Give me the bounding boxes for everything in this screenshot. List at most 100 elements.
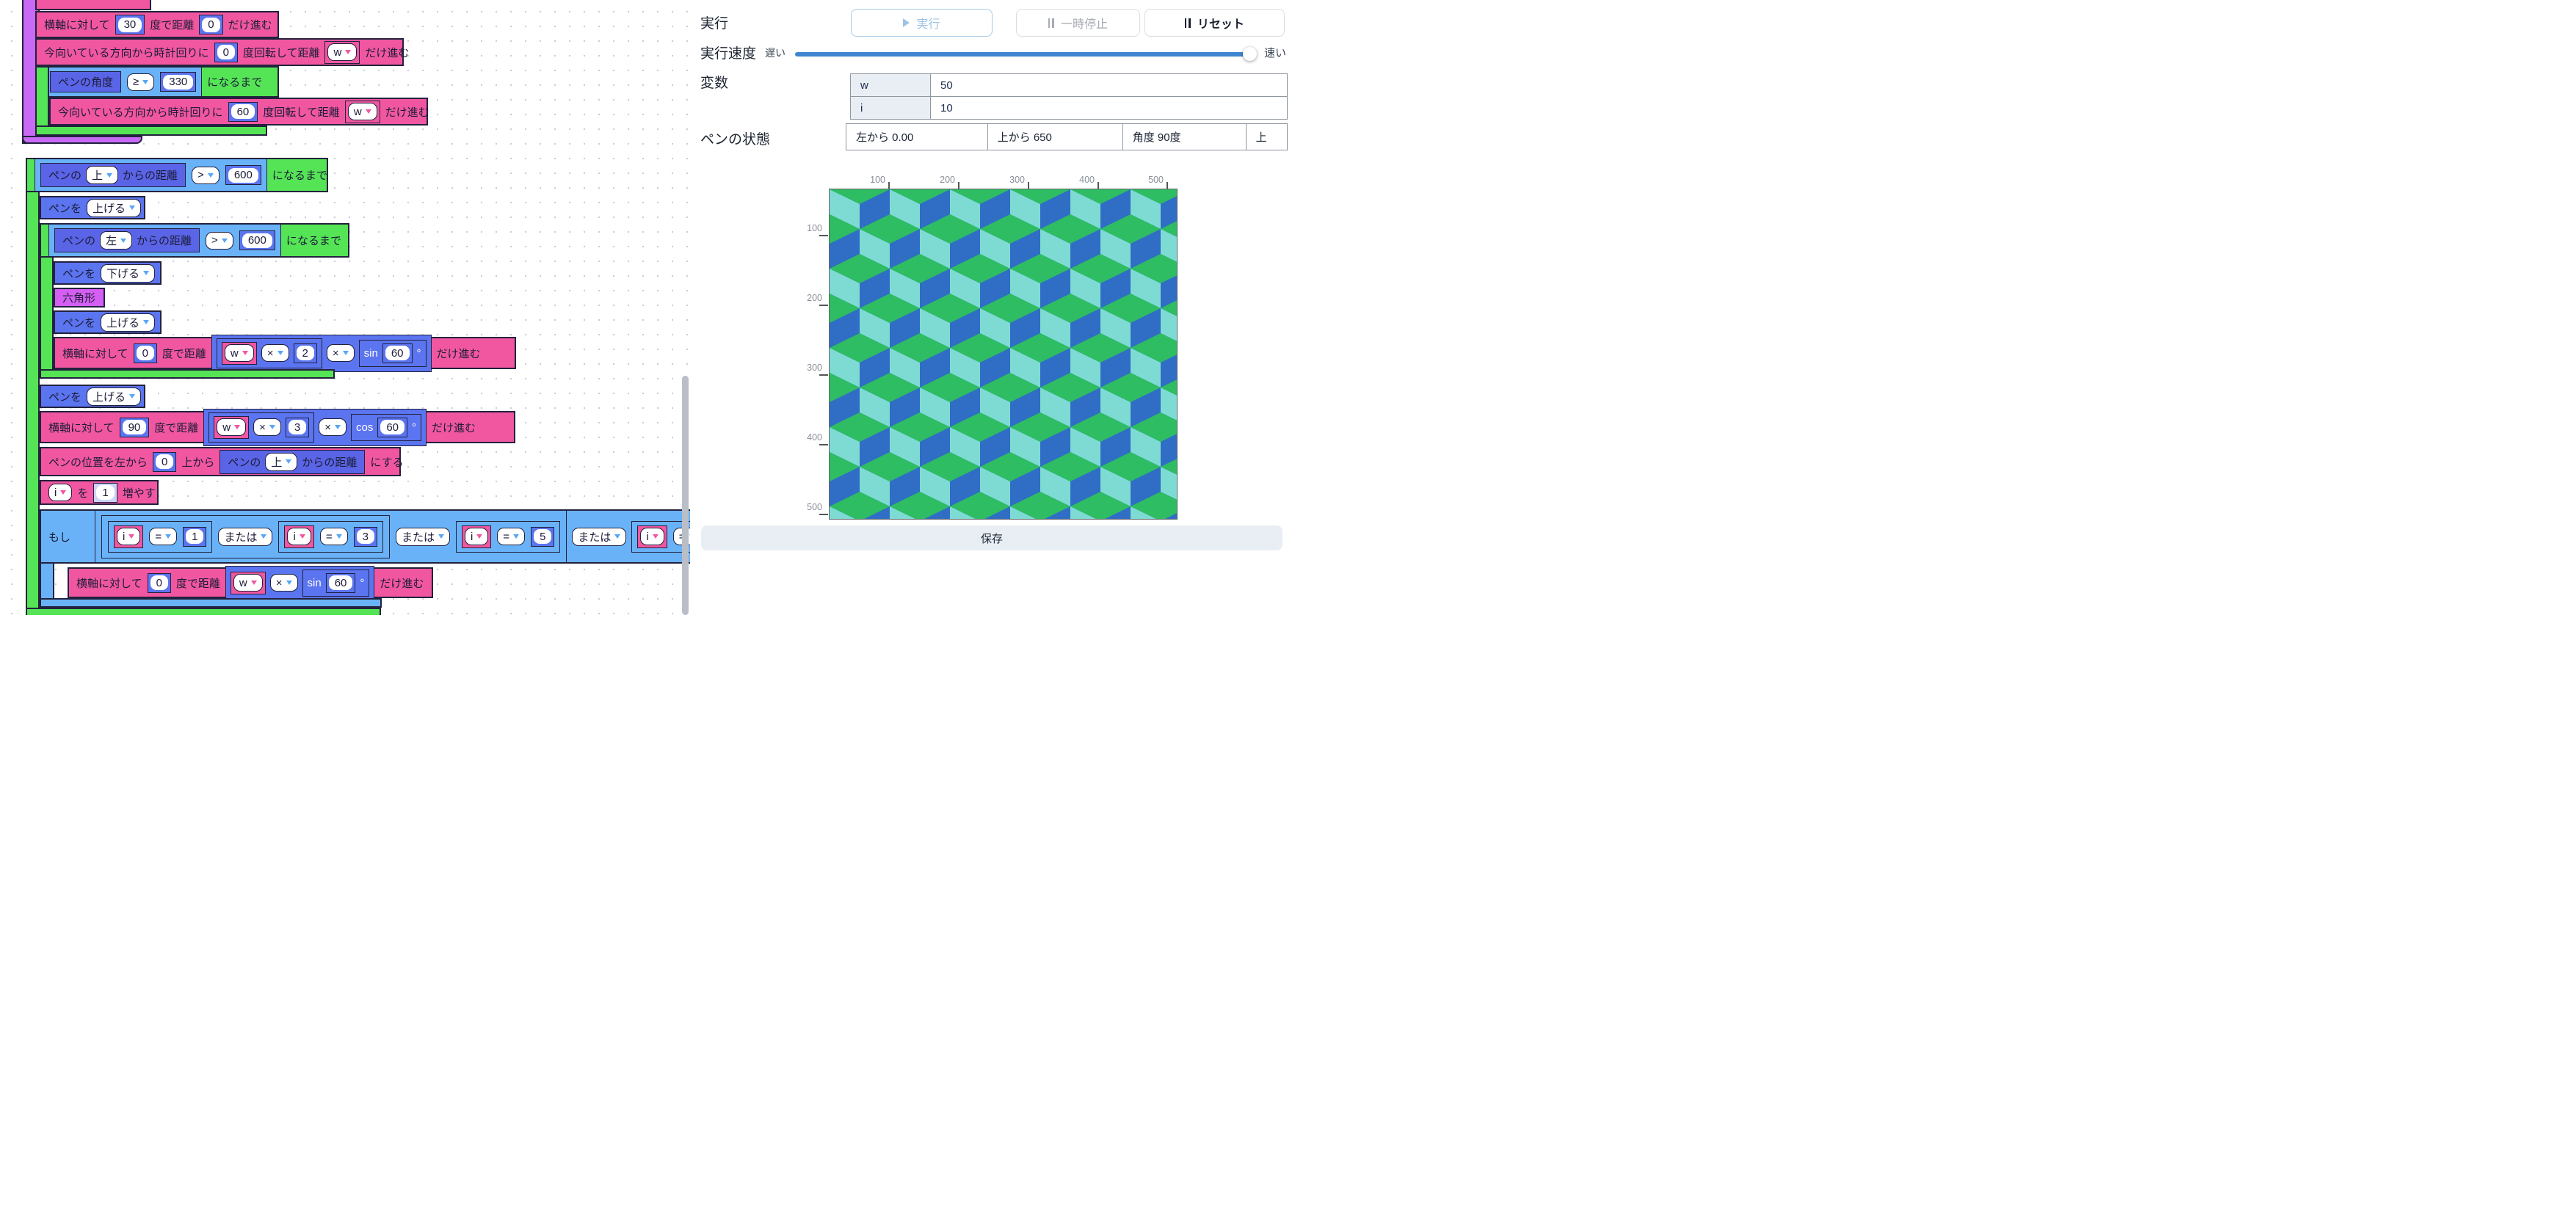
variable-dropdown[interactable]: w (327, 43, 357, 61)
pen-distance-reporter[interactable]: ペンの 左 からの距離 (54, 228, 200, 252)
math-block-outer[interactable]: w × 2 × sin 60 ° (211, 335, 432, 372)
variable-dropdown[interactable]: i (640, 528, 664, 545)
pause-button[interactable]: 一時停止 (1016, 9, 1140, 37)
block-rotate-60-move-w[interactable]: 今向いている方向から時計回りに 60 度回転して距離 w だけ進む (49, 98, 428, 125)
variable-dropdown[interactable]: w (217, 418, 246, 436)
or-dropdown[interactable]: または (396, 528, 450, 546)
operator-dropdown[interactable]: = (149, 528, 177, 545)
value-field[interactable]: 1 (186, 529, 203, 544)
comparison-block[interactable]: ペンの角度 ≥ 330 (44, 67, 202, 97)
x-field[interactable]: 0 (156, 454, 173, 469)
or-dropdown[interactable]: または (218, 528, 272, 546)
rotate-field[interactable]: 60 (231, 104, 255, 119)
variable-dropdown[interactable]: i (287, 528, 311, 545)
variable-value[interactable]: 10 (931, 97, 1288, 120)
factor-field[interactable]: 3 (289, 420, 306, 434)
pen-angle-reporter[interactable]: ペンの角度 (50, 71, 121, 92)
pen-state-dropdown[interactable]: 下げる (101, 264, 155, 283)
distance-field[interactable]: 0 (202, 18, 219, 32)
value-field[interactable]: 3 (357, 529, 374, 544)
variable-dropdown[interactable]: i (48, 484, 72, 501)
operator-dropdown[interactable]: × (253, 418, 281, 436)
comparison-block[interactable]: i = 3 (278, 521, 382, 553)
pen-up-block[interactable]: ペンを 上げる (40, 196, 145, 219)
comparison-block[interactable]: ペンの 左 からの距離 > 600 (48, 224, 281, 257)
block-move-angle-30[interactable]: 横軸に対して 30 度で距離 0 だけ進む (35, 11, 279, 38)
limit-field[interactable]: 600 (228, 168, 258, 183)
angle-field[interactable]: 30 (118, 18, 142, 32)
repeat-until3-head[interactable]: ペンの 左 からの距離 > 600 になるまで (40, 223, 349, 258)
pen-state-dropdown[interactable]: 上げる (87, 387, 141, 406)
limit-field[interactable]: 600 (242, 233, 272, 248)
value-field[interactable]: 5 (534, 529, 551, 544)
math-block-inner[interactable]: w × 3 (208, 412, 314, 443)
trig-angle-field[interactable]: 60 (329, 575, 353, 590)
side-dropdown[interactable]: 上 (86, 166, 118, 184)
pen-up-block[interactable]: ペンを 上げる (40, 385, 145, 408)
if-block-head[interactable]: もし i = 1 または i = 3 または (40, 509, 690, 564)
or-block-outer[interactable]: i = 1 または i = 3 または i = 5 (95, 509, 567, 564)
variable-dropdown[interactable]: w (348, 103, 377, 120)
hexagon-procedure-call[interactable]: 六角形 (54, 288, 105, 308)
comparison-block[interactable]: ペンの 上 からの距離 > 600 (35, 159, 267, 192)
angle-field[interactable]: 90 (123, 420, 147, 434)
trig-block[interactable]: cos 60 ° (351, 414, 421, 441)
math-block-inner[interactable]: w × 2 (217, 338, 322, 368)
operator-dropdown[interactable]: = (497, 528, 525, 545)
trig-angle-field[interactable]: 60 (380, 420, 404, 434)
math-block-outer[interactable]: w × sin 60 ° (225, 566, 374, 600)
block-workspace[interactable]: 横軸に対して 30 度で距離 0 だけ進む 今向いている方向から時計回りに 0 … (0, 0, 690, 615)
angle-field[interactable]: 0 (137, 346, 154, 360)
pen-distance-reporter[interactable]: ペンの 上 からの距離 (219, 450, 365, 474)
variable-dropdown[interactable]: i (465, 528, 488, 545)
repeat-until3-bottom[interactable] (40, 369, 335, 379)
reset-button[interactable]: リセット (1144, 9, 1285, 37)
block-move-w-sin60[interactable]: 横軸に対して 0 度で距離 w × sin 60 ° だけ進む (68, 567, 433, 598)
repeat-until-bottom[interactable] (35, 125, 267, 136)
variable-value[interactable]: 50 (931, 74, 1288, 97)
pen-distance-reporter[interactable]: ペンの 上 からの距離 (40, 163, 186, 187)
variable-dropdown[interactable]: w (233, 574, 263, 592)
math-block-outer[interactable]: w × 3 × cos 60 ° (203, 409, 427, 446)
set-pen-position-block[interactable]: ペンの位置を左から 0 上から ペンの 上 からの距離 にする (40, 447, 401, 476)
pen-state-dropdown[interactable]: 上げる (87, 199, 141, 217)
repeat-until2-head[interactable]: ペンの 上 からの距離 > 600 になるまで (26, 158, 328, 192)
operator-dropdown[interactable]: × (327, 344, 355, 362)
operator-dropdown[interactable]: × (270, 574, 298, 592)
block-partial-top[interactable] (35, 0, 151, 10)
or-block-inner[interactable]: i = 1 または i = 3 (101, 515, 390, 558)
trig-angle-field[interactable]: 60 (385, 346, 410, 360)
operator-dropdown[interactable]: > (192, 167, 219, 184)
repeat-until-block[interactable]: ペンの角度 ≥ 330 になるまで (35, 66, 279, 98)
if-block-bottom[interactable] (40, 598, 382, 608)
operator-dropdown[interactable]: × (261, 344, 289, 362)
or-dropdown[interactable]: または (572, 528, 626, 546)
step-field[interactable]: 1 (96, 485, 114, 500)
variable-dropdown[interactable]: w (225, 344, 254, 362)
operator-dropdown[interactable]: > (206, 232, 233, 250)
side-dropdown[interactable]: 上 (265, 453, 297, 471)
pen-down-block[interactable]: ペンを 下げる (54, 261, 162, 285)
increment-variable-block[interactable]: i を 1 増やす (40, 480, 159, 505)
repeat-until2-bottom[interactable] (26, 608, 381, 615)
comparison-block[interactable]: i = 5 (456, 521, 560, 553)
comparison-block[interactable]: i = 1 (108, 521, 212, 553)
operator-dropdown[interactable]: = (320, 528, 348, 545)
operator-dropdown[interactable]: ≥ (127, 73, 154, 91)
block-move-w3-cos60[interactable]: 横軸に対して 90 度で距離 w × 3 × cos 60 ° だけ進む (40, 411, 515, 443)
rotate-field[interactable]: 0 (217, 45, 235, 59)
speed-slider-track[interactable] (795, 52, 1249, 57)
pen-state-dropdown[interactable]: 上げる (101, 313, 155, 332)
trig-block[interactable]: sin 60 ° (302, 569, 370, 597)
block-move-w2-sin60[interactable]: 横軸に対して 0 度で距離 w × 2 × sin 60 ° だけ進む (54, 337, 516, 369)
block-rotate-0-move-w[interactable]: 今向いている方向から時計回りに 0 度回転して距離 w だけ進む (35, 38, 404, 66)
speed-slider-thumb[interactable] (1243, 47, 1257, 61)
trig-block[interactable]: sin 60 ° (359, 340, 427, 367)
limit-field[interactable]: 330 (163, 75, 193, 90)
side-dropdown[interactable]: 左 (100, 231, 132, 250)
pen-up-block[interactable]: ペンを 上げる (54, 310, 162, 334)
repeat-until2-strip[interactable] (26, 158, 40, 615)
workspace-scrollbar[interactable] (682, 376, 689, 615)
angle-field[interactable]: 0 (150, 575, 168, 590)
factor-field[interactable]: 2 (297, 346, 314, 360)
